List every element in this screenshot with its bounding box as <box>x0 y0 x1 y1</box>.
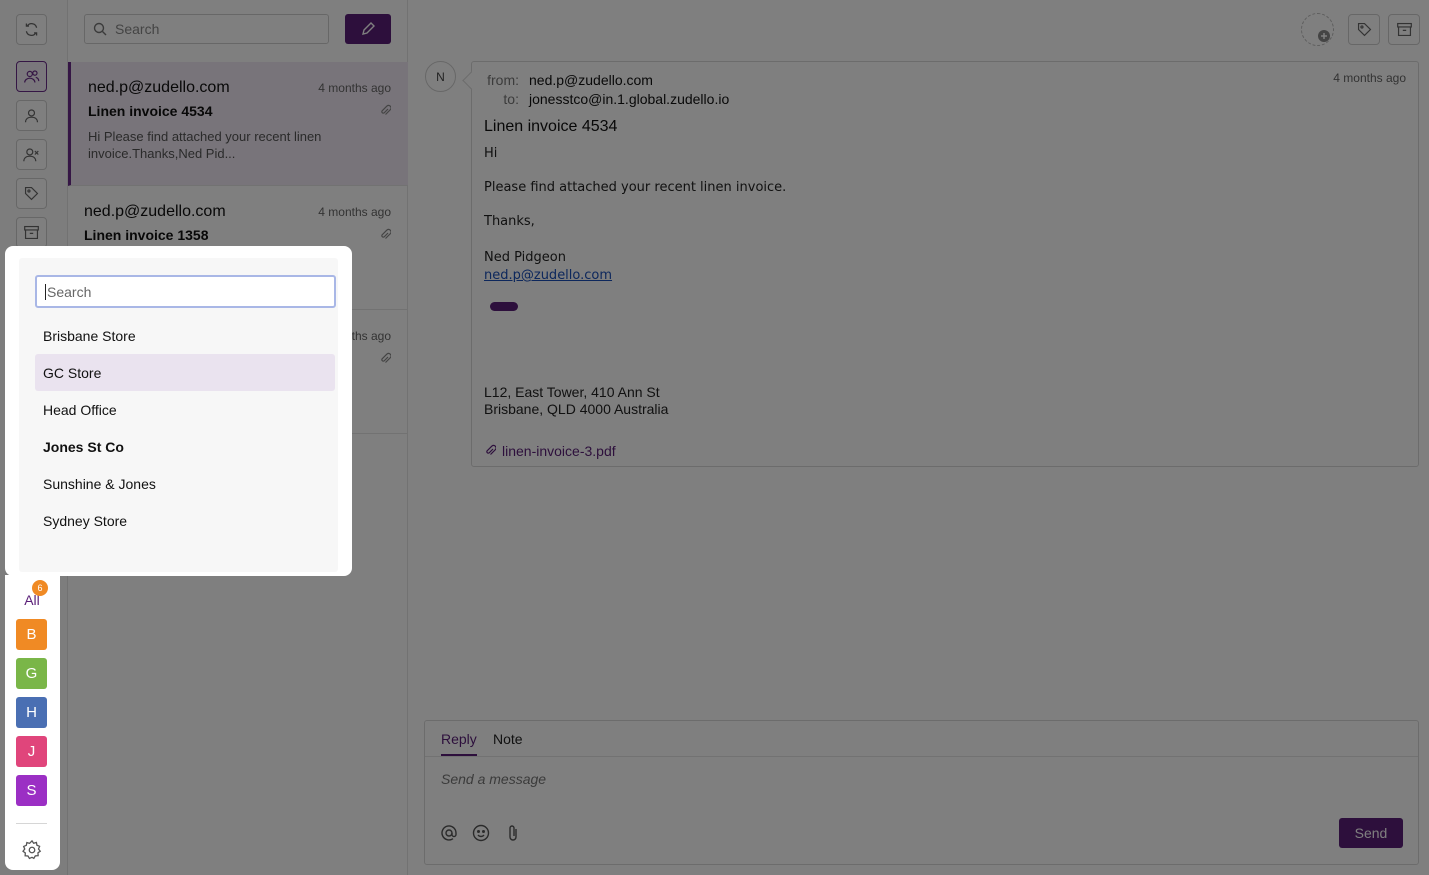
org-filter-g[interactable]: G <box>16 658 47 689</box>
text-cursor <box>45 283 46 300</box>
gear-icon <box>22 839 42 860</box>
settings-button[interactable] <box>20 838 44 862</box>
dropdown-item-jones-st-co[interactable]: Jones St Co <box>35 428 335 465</box>
org-filter-rail: All 6 B G H J S <box>5 575 60 870</box>
org-filter-h[interactable]: H <box>16 697 47 728</box>
dropdown-search-input[interactable]: Search <box>35 275 336 308</box>
dropdown-panel: Search Brisbane Store GC Store Head Offi… <box>19 258 338 572</box>
dropdown-item-brisbane-store[interactable]: Brisbane Store <box>35 317 335 354</box>
dropdown-search-placeholder: Search <box>47 283 92 300</box>
dropdown-item-gc-store[interactable]: GC Store <box>35 354 335 391</box>
count-badge: 6 <box>32 580 48 596</box>
divider <box>16 823 47 824</box>
dropdown-item-sunshine-jones[interactable]: Sunshine & Jones <box>35 465 335 502</box>
dropdown-item-head-office[interactable]: Head Office <box>35 391 335 428</box>
org-filter-j[interactable]: J <box>16 736 47 767</box>
org-filter-b[interactable]: B <box>16 619 47 650</box>
organization-dropdown: Search Brisbane Store GC Store Head Offi… <box>5 246 352 576</box>
org-filter-s[interactable]: S <box>16 775 47 806</box>
dropdown-item-sydney-store[interactable]: Sydney Store <box>35 502 335 539</box>
